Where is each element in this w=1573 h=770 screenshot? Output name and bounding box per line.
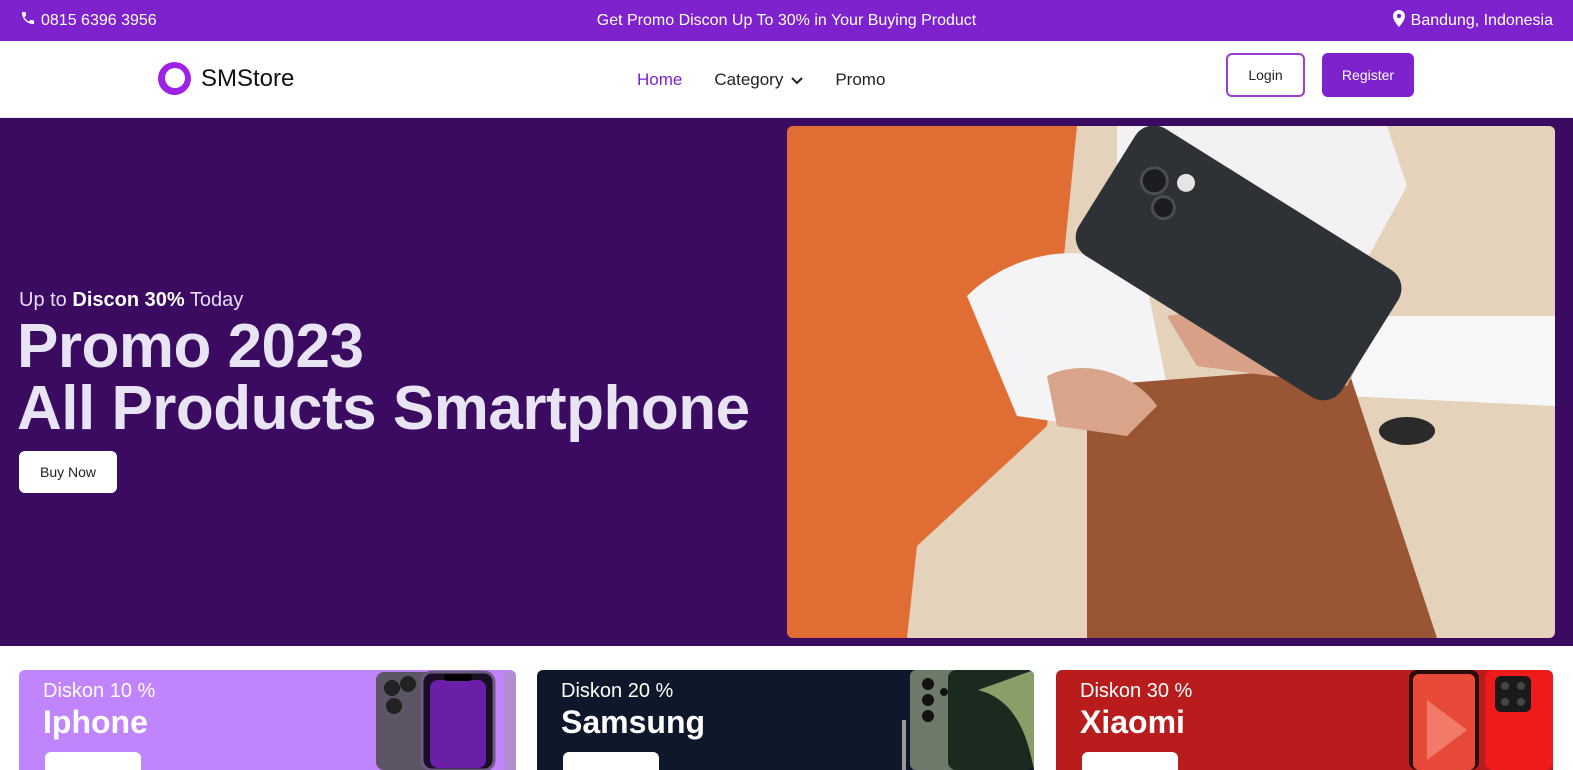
promo-cards: Diskon 10 % Iphone Diskon 20 % Samsung D… — [0, 670, 1573, 770]
map-pin-icon — [1392, 10, 1405, 32]
nav-promo-label: Promo — [835, 70, 886, 89]
nav-home[interactable]: Home — [637, 70, 682, 90]
samsung-image — [888, 670, 1034, 770]
hero-image — [787, 126, 1555, 638]
hero-subtitle: Up to Discon 30% Today — [19, 289, 243, 312]
top-bar: 0815 6396 3956 Get Promo Discon Up To 30… — [0, 0, 1573, 41]
promo-card-iphone[interactable]: Diskon 10 % Iphone — [19, 670, 516, 770]
register-button[interactable]: Register — [1322, 53, 1414, 97]
card-shop-button[interactable] — [45, 752, 141, 770]
nav-menu: Home Category Promo — [637, 70, 885, 90]
brand-logo-icon — [158, 62, 191, 95]
main-navbar: SMStore Home Category Promo Login Regist… — [0, 41, 1573, 118]
card-brand: Xiaomi — [1080, 704, 1185, 740]
brand-logo-link[interactable]: SMStore — [158, 62, 294, 95]
brand-name: SMStore — [201, 64, 295, 92]
card-brand: Samsung — [561, 704, 706, 740]
login-button[interactable]: Login — [1226, 53, 1305, 97]
chevron-down-icon — [791, 70, 804, 90]
store-location: Bandung, Indonesia — [1392, 10, 1553, 32]
buy-now-button[interactable]: Buy Now — [19, 451, 117, 493]
hero-section: Up to Discon 30% Today Promo 2023 All Pr… — [0, 118, 1573, 646]
promo-banner-text: Get Promo Discon Up To 30% in Your Buyin… — [596, 12, 977, 29]
card-shop-button[interactable] — [1082, 752, 1178, 770]
card-shop-button[interactable] — [563, 752, 659, 770]
nav-category-label: Category — [714, 70, 784, 89]
iphone-image — [370, 670, 516, 770]
location-text: Bandung, Indonesia — [1410, 12, 1553, 29]
card-discount: Diskon 10 % — [43, 680, 156, 702]
promo-card-xiaomi[interactable]: Diskon 30 % Xiaomi — [1056, 670, 1553, 770]
hero-subtitle-highlight: Discon 30% — [72, 289, 185, 311]
hero-subtitle-suffix: Today — [189, 289, 244, 311]
hero-title: Promo 2023 All Products Smartphone — [17, 316, 750, 440]
xiaomi-image — [1407, 670, 1553, 770]
card-discount: Diskon 30 % — [1080, 680, 1193, 702]
card-brand: Iphone — [43, 704, 148, 740]
card-discount: Diskon 20 % — [561, 680, 674, 702]
nav-promo[interactable]: Promo — [835, 70, 885, 90]
hero-subtitle-prefix: Up to — [19, 289, 67, 311]
nav-category[interactable]: Category — [714, 70, 804, 90]
hero-title-line1: Promo 2023 — [17, 312, 364, 381]
hero-title-line2: All Products Smartphone — [17, 374, 750, 443]
nav-home-label: Home — [637, 70, 683, 89]
promo-card-samsung[interactable]: Diskon 20 % Samsung — [537, 670, 1034, 770]
